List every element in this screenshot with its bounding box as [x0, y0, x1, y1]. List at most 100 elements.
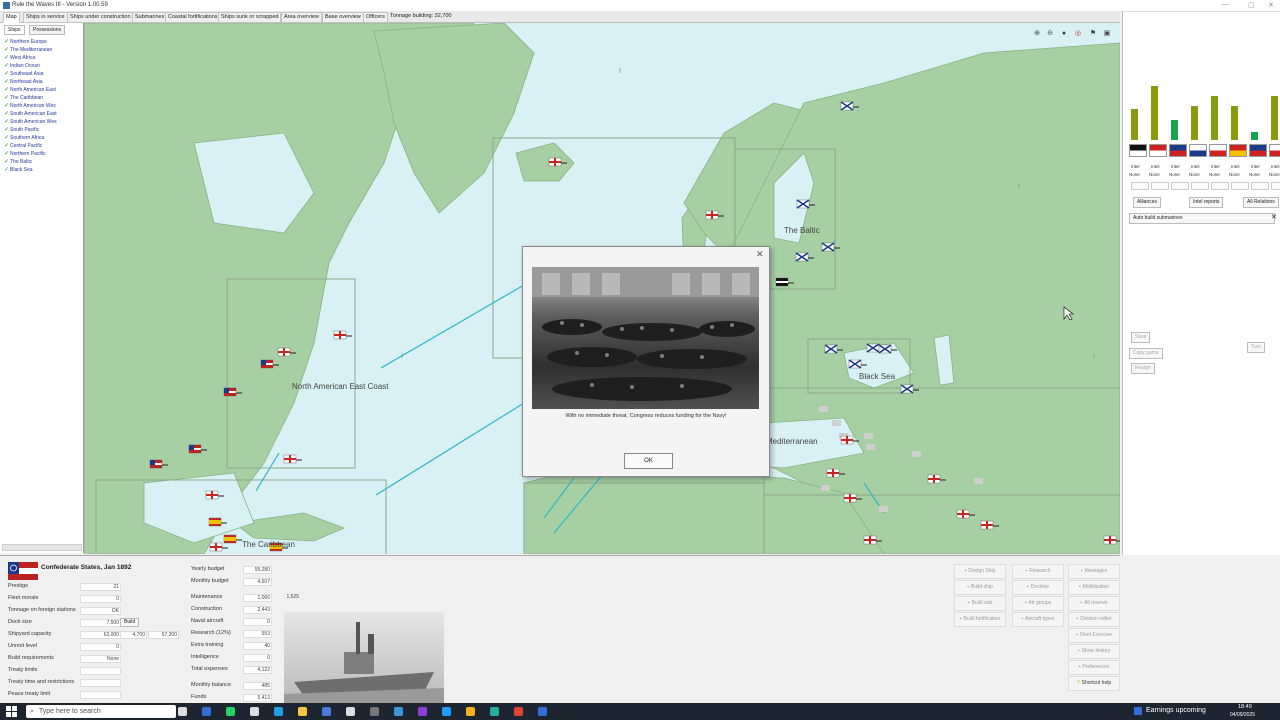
- reserve-button[interactable]: ▪ All reserve: [1068, 596, 1120, 611]
- fleet-flag-uk[interactable]: [209, 542, 228, 552]
- nation-flag-icon[interactable]: [1189, 144, 1207, 157]
- ok-button[interactable]: OK: [624, 453, 673, 469]
- base-marker[interactable]: [832, 420, 841, 426]
- taskbar-app-icon[interactable]: [466, 707, 475, 716]
- region-check-icon[interactable]: ✓: [4, 86, 9, 93]
- region-item[interactable]: North American East: [10, 86, 56, 94]
- region-check-icon[interactable]: ✓: [4, 142, 9, 149]
- taskbar-app-icon[interactable]: [538, 707, 547, 716]
- info-icon[interactable]: ▣: [1102, 29, 1112, 39]
- taskbar-app-icon[interactable]: [226, 707, 235, 716]
- fleet-flag-uk[interactable]: [333, 330, 352, 340]
- region-check-icon[interactable]: ✓: [4, 102, 9, 109]
- intel-stepper[interactable]: [1271, 182, 1280, 190]
- taskbar-app-icon[interactable]: [370, 707, 379, 716]
- auto-build-close-icon[interactable]: ✕: [1271, 213, 1277, 221]
- messages-button[interactable]: ▪ Messages: [1068, 564, 1120, 579]
- nation-flag-icon[interactable]: [1229, 144, 1247, 157]
- region-check-icon[interactable]: ✓: [4, 158, 9, 165]
- tab-area-overview[interactable]: Area overview: [281, 12, 322, 23]
- region-item[interactable]: Black Sea: [10, 166, 33, 174]
- region-item[interactable]: North American Wes: [10, 102, 56, 110]
- region-check-icon[interactable]: ✓: [4, 78, 9, 85]
- intel-stepper[interactable]: [1191, 182, 1209, 190]
- nation-flag-icon[interactable]: [1169, 144, 1187, 157]
- target-icon[interactable]: ◎: [1073, 29, 1083, 39]
- intel-stepper[interactable]: [1251, 182, 1269, 190]
- taskbar-app-icon[interactable]: [394, 707, 403, 716]
- region-check-icon[interactable]: ✓: [4, 150, 9, 157]
- base-marker[interactable]: [912, 451, 921, 457]
- region-check-icon[interactable]: ✓: [4, 94, 9, 101]
- taskbar-app-icon[interactable]: [442, 707, 451, 716]
- region-check-icon[interactable]: ✓: [4, 62, 9, 69]
- nation-flag-icon[interactable]: [1269, 144, 1280, 157]
- drop-icon[interactable]: ●: [1059, 29, 1069, 39]
- auto-build-submarines-toggle[interactable]: Auto build submarines: [1129, 213, 1275, 224]
- intel-stepper[interactable]: [1131, 182, 1149, 190]
- region-item[interactable]: South American Wes: [10, 118, 57, 126]
- base-marker[interactable]: [974, 478, 983, 484]
- tab-officers[interactable]: Officers: [363, 12, 388, 23]
- tab-possessions[interactable]: Possessions: [29, 25, 66, 35]
- region-check-icon[interactable]: ✓: [4, 110, 9, 117]
- turn-button[interactable]: Turn: [1247, 342, 1266, 353]
- taskbar-app-icon[interactable]: [346, 707, 355, 716]
- nation-flag-icon[interactable]: [1129, 144, 1147, 157]
- region-item[interactable]: Southeast Asia: [10, 70, 43, 78]
- taskbar-app-icon[interactable]: [490, 707, 499, 716]
- notification-text[interactable]: Earnings upcoming: [1146, 707, 1206, 714]
- tab-submarines[interactable]: Submarines: [132, 12, 168, 23]
- taskbar-app-icon[interactable]: [274, 707, 283, 716]
- prefs-button[interactable]: ▪ Preferences: [1068, 660, 1120, 675]
- region-item[interactable]: South Pacific: [10, 126, 39, 134]
- taskbar-app-icon[interactable]: [202, 707, 211, 716]
- fleet-flag-uk[interactable]: [283, 454, 302, 464]
- taskbar-app-icon[interactable]: [178, 707, 187, 716]
- region-item[interactable]: The Caribbean: [10, 94, 43, 102]
- zoom-out-icon[interactable]: ⊖: [1045, 29, 1055, 39]
- region-check-icon[interactable]: ✓: [4, 118, 9, 125]
- air-groups-button[interactable]: ▪ Air groups: [1012, 596, 1064, 611]
- resign-button[interactable]: Resign: [1131, 363, 1155, 374]
- intel-stepper[interactable]: [1171, 182, 1189, 190]
- region-check-icon[interactable]: ✓: [4, 70, 9, 77]
- region-check-icon[interactable]: ✓: [4, 126, 9, 133]
- research-button[interactable]: ▪ Research: [1012, 564, 1064, 579]
- region-item[interactable]: Central Pacific: [10, 142, 42, 150]
- flag-icon[interactable]: ⚑: [1088, 29, 1098, 39]
- region-check-icon[interactable]: ✓: [4, 38, 9, 45]
- region-item[interactable]: South American East: [10, 110, 57, 118]
- base-marker[interactable]: [819, 406, 828, 412]
- taskbar-app-icon[interactable]: [322, 707, 331, 716]
- maximize-icon[interactable]: ▢: [1248, 1, 1255, 9]
- mobilization-button[interactable]: ▪ Mobilization: [1068, 580, 1120, 595]
- region-item[interactable]: Northern Europe: [10, 38, 47, 46]
- region-item[interactable]: The Baltic: [10, 158, 32, 166]
- taskbar-time[interactable]: 18:49: [1238, 704, 1252, 710]
- build-sub-button[interactable]: ▪ Build sub: [954, 596, 1006, 611]
- intel-stepper[interactable]: [1231, 182, 1249, 190]
- windows-start-icon[interactable]: [6, 706, 17, 717]
- tab-ships-in-service[interactable]: Ships in service: [23, 12, 68, 23]
- taskbar-app-icon[interactable]: [514, 707, 523, 716]
- base-marker[interactable]: [821, 485, 830, 491]
- region-check-icon[interactable]: ✓: [4, 46, 9, 53]
- region-item[interactable]: The Mediterranean: [10, 46, 52, 54]
- tab-ships-sunk[interactable]: Ships sunk or scrapped: [218, 12, 282, 23]
- region-item[interactable]: Northern Pacific: [10, 150, 46, 158]
- taskbar-search-input[interactable]: ⌕ Type here to search: [26, 705, 176, 718]
- nation-flag-icon[interactable]: [1209, 144, 1227, 157]
- tab-map[interactable]: Map: [3, 12, 20, 23]
- taskbar-app-icon[interactable]: [250, 707, 259, 716]
- build-dock-button[interactable]: Build: [120, 618, 140, 627]
- tab-base-overview[interactable]: Base overview: [322, 12, 364, 23]
- minimize-icon[interactable]: —: [1222, 1, 1229, 8]
- taskbar-date[interactable]: 04/09/2025: [1230, 712, 1255, 718]
- alliances-button[interactable]: Alliances: [1133, 197, 1162, 208]
- history-button[interactable]: ▪ Show history: [1068, 644, 1120, 659]
- tab-coastal-fortifications[interactable]: Coastal fortifications: [165, 12, 221, 23]
- fleet-flag-es[interactable]: [223, 534, 242, 544]
- base-marker[interactable]: [864, 433, 873, 439]
- all-relations-button[interactable]: All Relations: [1243, 197, 1279, 208]
